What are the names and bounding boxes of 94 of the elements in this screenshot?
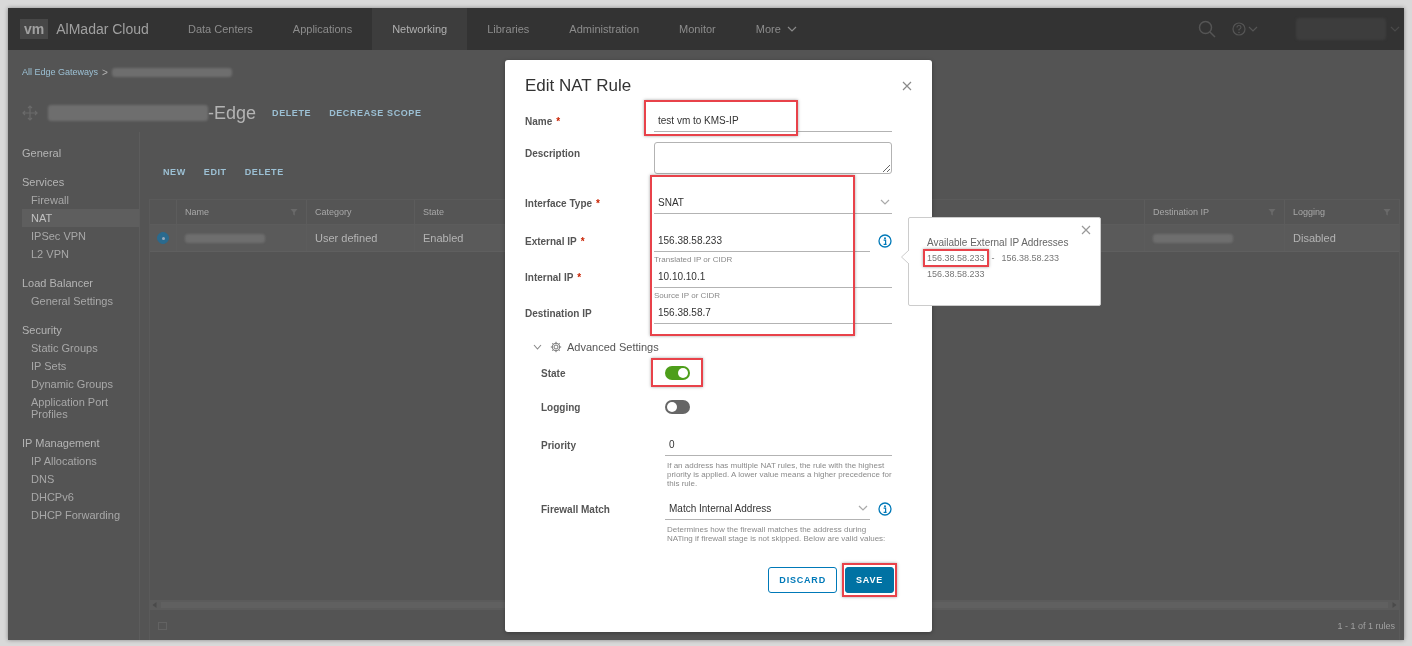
help-icon bbox=[1232, 22, 1246, 36]
nav-tab[interactable]: Monitor bbox=[659, 8, 736, 50]
radio-button[interactable] bbox=[157, 232, 169, 244]
sidebar-item[interactable]: DNS bbox=[8, 470, 139, 488]
column-header[interactable]: Destination IP bbox=[1153, 207, 1210, 217]
field-label: External IP bbox=[525, 236, 577, 247]
required-mark: * bbox=[580, 236, 585, 247]
sidebar-item[interactable]: General Settings bbox=[8, 292, 139, 310]
column-header[interactable]: Name bbox=[185, 207, 209, 217]
field-label: Logging bbox=[541, 401, 582, 413]
sidebar-item[interactable]: Firewall bbox=[8, 191, 139, 209]
sidebar-section[interactable]: Security bbox=[8, 321, 139, 339]
required-mark: * bbox=[556, 116, 561, 127]
caret-icon bbox=[880, 199, 890, 205]
nav-tab[interactable]: Data Centers bbox=[168, 8, 273, 50]
nav-tab[interactable]: Applications bbox=[272, 8, 373, 50]
required-mark: * bbox=[596, 198, 600, 209]
helper-text: If an address has multiple NAT rules, the rule with the highest priority is applied. A lower value means a higher precedence for this rule. bbox=[666, 460, 892, 488]
caret-icon bbox=[533, 344, 542, 350]
save-button[interactable]: SAVE bbox=[844, 567, 894, 593]
sidebar-item[interactable]: DHCPv6 bbox=[8, 488, 139, 506]
action-link[interactable]: DECREASE SCOPE bbox=[329, 108, 422, 118]
ip-address: 156.38.58.233 bbox=[1001, 253, 1060, 263]
sidebar-item[interactable]: DHCP Forwarding bbox=[8, 506, 139, 524]
ip-address: 156.38.58.233 bbox=[927, 269, 985, 279]
sidebar-section[interactable]: Load Balancer bbox=[8, 274, 139, 292]
caret-icon bbox=[858, 505, 868, 511]
field-label: Internal IP bbox=[525, 272, 574, 283]
table-cell: User defined bbox=[315, 232, 378, 244]
discard-button[interactable]: DISCARD bbox=[768, 567, 837, 593]
sidebar-item[interactable]: IPSec VPN bbox=[8, 227, 139, 245]
field-label: Interface Type bbox=[525, 198, 593, 209]
input-field[interactable]: test vm to KMS-IP bbox=[654, 110, 892, 132]
table-cell: Disabled bbox=[1293, 232, 1336, 244]
logo: vm bbox=[20, 19, 49, 39]
select-field[interactable]: Match Internal Address bbox=[665, 498, 870, 520]
sidebar-item[interactable]: Application Port Profiles bbox=[8, 393, 139, 423]
field-label: State bbox=[541, 367, 567, 379]
input-field[interactable]: 156.38.58.233 bbox=[654, 230, 870, 252]
input-field[interactable]: 156.38.58.7 bbox=[654, 302, 892, 324]
helper-text: Determines how the firewall matches the address during NATing if firewall stage is not skipped. Below are valid values: bbox=[666, 524, 887, 543]
search-icon bbox=[1198, 20, 1216, 38]
nav-tab[interactable]: More bbox=[735, 8, 817, 50]
brand-name: AlMadar Cloud bbox=[56, 21, 149, 37]
help-menu[interactable] bbox=[1232, 22, 1258, 36]
close-icon bbox=[1081, 225, 1091, 235]
table-cell: Enabled bbox=[423, 232, 464, 244]
caret-icon bbox=[1248, 26, 1258, 32]
sidebar-item[interactable]: Static Groups bbox=[8, 339, 139, 357]
column-header[interactable]: Logging bbox=[1293, 207, 1326, 217]
toolbar-link[interactable]: DELETE bbox=[244, 167, 284, 199]
sidebar-item[interactable]: L2 VPN bbox=[8, 245, 139, 263]
pagination-text: 1 - 1 of 1 rules bbox=[1337, 621, 1395, 631]
toggle-switch[interactable] bbox=[665, 366, 690, 380]
helper-text: Source IP or CIDR bbox=[654, 290, 722, 302]
breadcrumb-separator: > bbox=[102, 66, 108, 78]
input-field[interactable]: 10.10.10.1 bbox=[654, 266, 892, 288]
select-field[interactable]: SNAT bbox=[654, 192, 892, 214]
input-field[interactable]: 0 bbox=[665, 434, 892, 456]
field-label: Firewall Match bbox=[541, 503, 611, 515]
field-label: Priority bbox=[541, 439, 577, 451]
nav-tab[interactable]: Networking bbox=[372, 8, 468, 50]
field-label: Description bbox=[525, 147, 581, 159]
column-header[interactable]: State bbox=[423, 207, 444, 217]
text-area[interactable] bbox=[654, 142, 892, 174]
ip-address: 156.38.58.233 bbox=[927, 253, 985, 263]
close-button[interactable] bbox=[1079, 223, 1093, 237]
field-label: Destination IP bbox=[525, 307, 593, 319]
breadcrumb-link[interactable]: All Edge Gateways bbox=[22, 67, 99, 77]
sidebar-item[interactable]: Dynamic Groups bbox=[8, 375, 139, 393]
nav-tab[interactable]: Administration bbox=[549, 8, 660, 50]
page-title: -Edge bbox=[208, 102, 257, 124]
gear-icon bbox=[550, 341, 562, 353]
toggle-switch[interactable] bbox=[665, 400, 690, 414]
popover-title: Available External IP Addresses bbox=[927, 237, 1070, 248]
sidebar-item[interactable]: IP Sets bbox=[8, 357, 139, 375]
sidebar-section[interactable]: General bbox=[8, 144, 139, 162]
caret-icon bbox=[786, 26, 797, 32]
action-link[interactable]: DELETE bbox=[272, 108, 312, 118]
range-separator: - bbox=[991, 253, 995, 263]
close-icon bbox=[902, 81, 912, 91]
sidebar-item[interactable]: NAT bbox=[22, 209, 139, 227]
nav-tab[interactable]: Libraries bbox=[467, 8, 550, 50]
required-mark: * bbox=[577, 272, 582, 283]
toolbar-link[interactable]: NEW bbox=[163, 167, 186, 199]
toolbar-link[interactable]: EDIT bbox=[203, 167, 227, 199]
helper-text: Translated IP or CIDR bbox=[654, 254, 734, 266]
sidebar-section[interactable]: Services bbox=[8, 173, 139, 191]
dialog-title: Edit NAT Rule bbox=[525, 76, 632, 96]
sidebar-section[interactable]: IP Management bbox=[8, 434, 139, 452]
field-label: Name bbox=[525, 116, 553, 127]
column-header[interactable]: Category bbox=[315, 207, 352, 217]
section-toggle[interactable]: Advanced Settings bbox=[525, 338, 912, 356]
sidebar-item[interactable]: IP Allocations bbox=[8, 452, 139, 470]
